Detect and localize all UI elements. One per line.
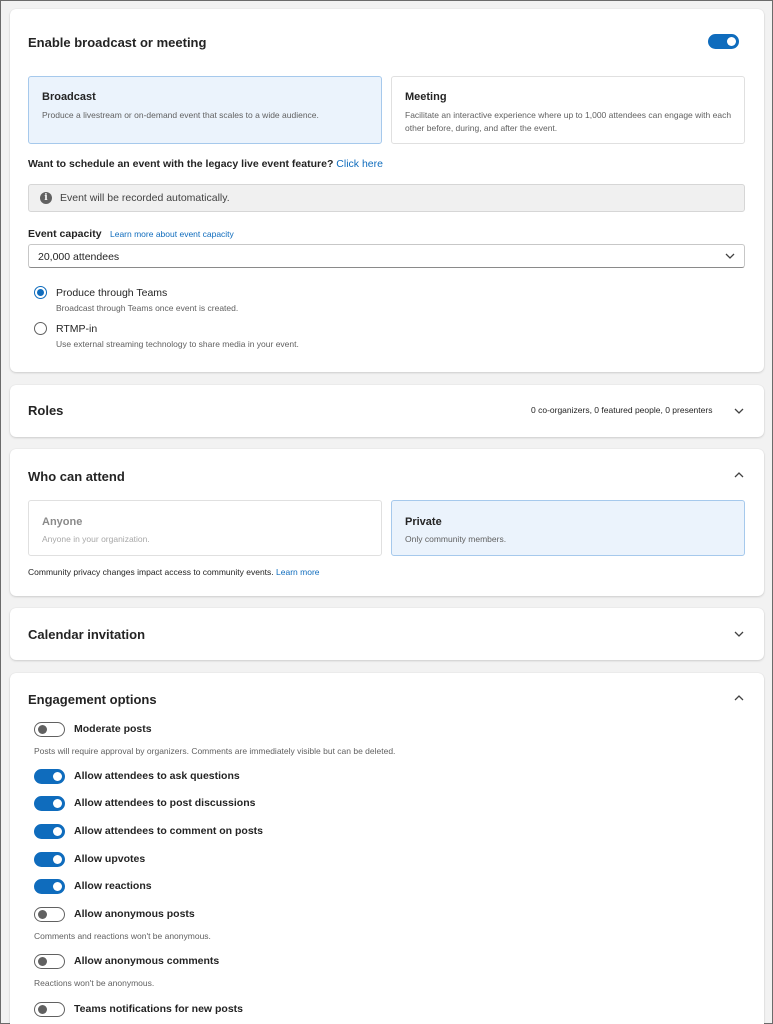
anonymous-comments-description: Reactions won't be anonymous. bbox=[34, 978, 155, 988]
privacy-note-line: Community privacy changes impact access … bbox=[28, 567, 320, 577]
broadcast-option-title: Broadcast bbox=[42, 91, 96, 103]
capacity-label: Event capacity bbox=[28, 228, 102, 240]
produce-through-teams-description: Broadcast through Teams once event is cr… bbox=[56, 303, 239, 313]
info-icon: i bbox=[40, 192, 52, 204]
upvotes-toggle[interactable] bbox=[34, 852, 65, 867]
anonymous-posts-description: Comments and reactions won't be anonymou… bbox=[34, 931, 211, 941]
chevron-down-icon[interactable] bbox=[732, 627, 746, 641]
produce-through-teams-label: Produce through Teams bbox=[56, 287, 168, 299]
anonymous-posts-label: Allow anonymous posts bbox=[74, 908, 195, 920]
engagement-options-title: Engagement options bbox=[28, 692, 157, 707]
meeting-option-tile[interactable]: Meeting Facilitate an interactive experi… bbox=[391, 76, 745, 144]
privacy-learn-more-link[interactable]: Learn more bbox=[276, 567, 319, 577]
comment-on-posts-label: Allow attendees to comment on posts bbox=[74, 825, 264, 837]
ask-questions-toggle[interactable] bbox=[34, 769, 65, 784]
chevron-down-icon bbox=[723, 249, 737, 263]
capacity-select-value: 20,000 attendees bbox=[38, 251, 120, 263]
recording-info-bar: i Event will be recorded automatically. bbox=[28, 184, 745, 212]
anyone-option-tile: Anyone Anyone in your organization. bbox=[28, 500, 382, 556]
chevron-down-icon[interactable] bbox=[732, 404, 746, 418]
meeting-option-title: Meeting bbox=[405, 91, 447, 103]
broadcast-card-title: Enable broadcast or meeting bbox=[28, 35, 207, 50]
broadcast-option-description: Produce a livestream or on-demand event … bbox=[42, 110, 319, 120]
roles-card[interactable]: Roles 0 co-organizers, 0 featured people… bbox=[10, 385, 764, 437]
moderate-posts-label: Moderate posts bbox=[74, 723, 152, 735]
comment-on-posts-toggle[interactable] bbox=[34, 824, 65, 839]
who-can-attend-title: Who can attend bbox=[28, 469, 125, 484]
info-text: Event will be recorded automatically. bbox=[60, 192, 230, 204]
broadcast-option-tile[interactable]: Broadcast Produce a livestream or on-dem… bbox=[28, 76, 382, 144]
legacy-click-here-link[interactable]: Click here bbox=[336, 158, 383, 170]
produce-through-teams-radio[interactable] bbox=[34, 286, 47, 299]
who-can-attend-card: Who can attend Anyone Anyone in your org… bbox=[10, 449, 764, 596]
rtmp-in-label: RTMP-in bbox=[56, 323, 98, 335]
anonymous-comments-toggle[interactable] bbox=[34, 954, 65, 969]
rtmp-in-radio[interactable] bbox=[34, 322, 47, 335]
reactions-toggle[interactable] bbox=[34, 879, 65, 894]
chevron-up-icon[interactable] bbox=[732, 691, 746, 705]
private-option-description: Only community members. bbox=[405, 534, 507, 544]
rtmp-in-description: Use external streaming technology to sha… bbox=[56, 339, 299, 349]
post-discussions-label: Allow attendees to post discussions bbox=[74, 797, 256, 809]
broadcast-card: Enable broadcast or meeting Broadcast Pr… bbox=[10, 9, 764, 372]
upvotes-label: Allow upvotes bbox=[74, 853, 146, 865]
private-option-title: Private bbox=[405, 516, 442, 528]
reactions-label: Allow reactions bbox=[74, 880, 152, 892]
meeting-option-description: Facilitate an interactive experience whe… bbox=[405, 110, 732, 133]
anyone-option-description: Anyone in your organization. bbox=[42, 534, 150, 544]
teams-notifications-toggle[interactable] bbox=[34, 1002, 65, 1017]
legacy-prompt: Want to schedule an event with the legac… bbox=[28, 158, 334, 170]
post-discussions-toggle[interactable] bbox=[34, 796, 65, 811]
calendar-invitation-title: Calendar invitation bbox=[28, 627, 146, 642]
anonymous-comments-label: Allow anonymous comments bbox=[74, 955, 220, 967]
moderate-posts-description: Posts will require approval by organizer… bbox=[34, 746, 396, 756]
legacy-prompt-line: Want to schedule an event with the legac… bbox=[28, 158, 383, 170]
capacity-learn-more-link[interactable]: Learn more about event capacity bbox=[110, 229, 234, 239]
capacity-select[interactable]: 20,000 attendees bbox=[28, 244, 745, 268]
ask-questions-label: Allow attendees to ask questions bbox=[74, 770, 240, 782]
anyone-option-title: Anyone bbox=[42, 516, 83, 528]
privacy-note: Community privacy changes impact access … bbox=[28, 567, 274, 577]
enable-broadcast-toggle[interactable] bbox=[708, 34, 739, 49]
calendar-invitation-card[interactable]: Calendar invitation bbox=[10, 608, 764, 660]
teams-notifications-label: Teams notifications for new posts bbox=[74, 1003, 243, 1015]
chevron-up-icon[interactable] bbox=[732, 468, 746, 482]
roles-card-title: Roles bbox=[28, 403, 64, 418]
moderate-posts-toggle[interactable] bbox=[34, 722, 65, 737]
anonymous-posts-toggle[interactable] bbox=[34, 907, 65, 922]
private-option-tile[interactable]: Private Only community members. bbox=[391, 500, 745, 556]
roles-summary: 0 co-organizers, 0 featured people, 0 pr… bbox=[531, 405, 713, 415]
engagement-options-card: Engagement options Moderate posts Posts … bbox=[10, 673, 764, 1024]
